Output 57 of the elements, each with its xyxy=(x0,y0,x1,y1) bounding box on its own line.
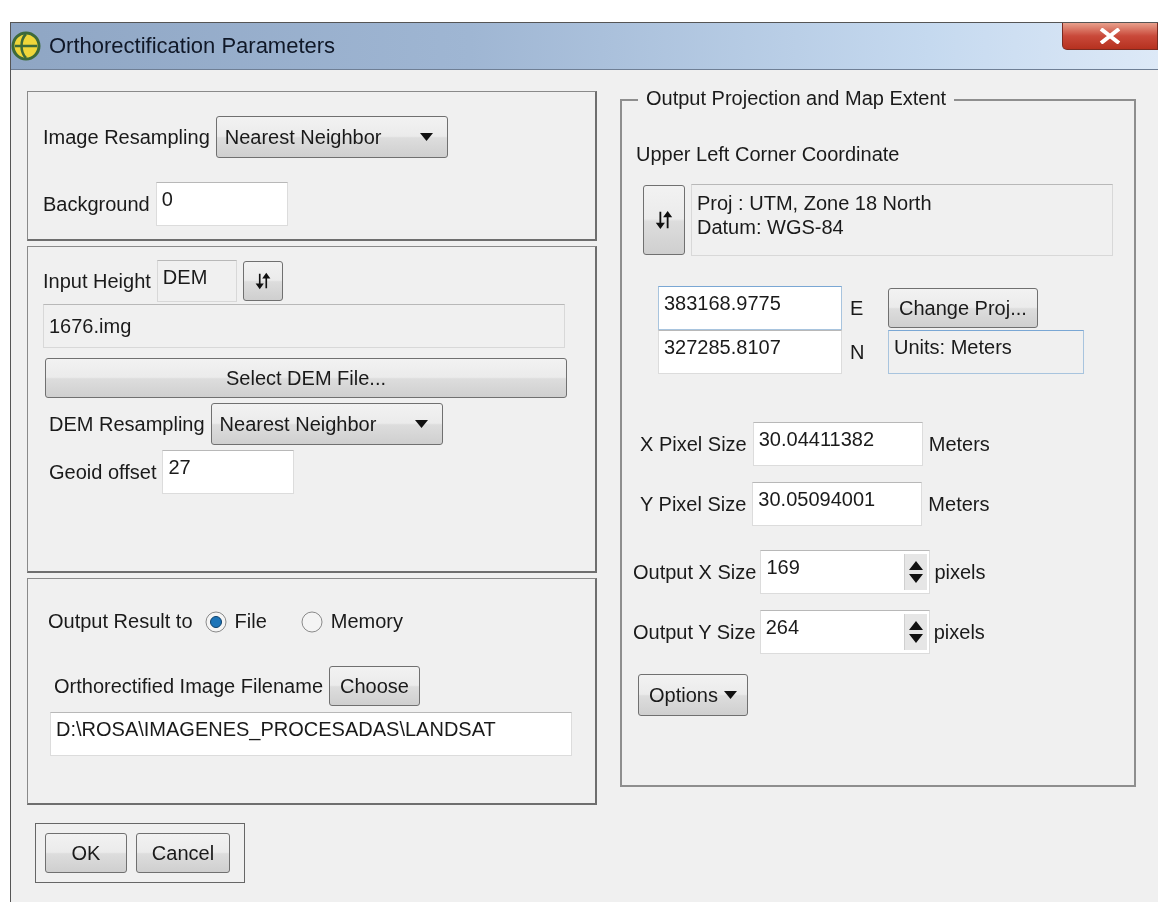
unit-label: Meters xyxy=(928,492,990,516)
caret-icon xyxy=(723,691,737,699)
projection-info: Proj : UTM, Zone 18 North Datum: WGS-84 xyxy=(691,184,1113,256)
change-proj-button[interactable]: Change Proj... xyxy=(888,288,1038,328)
swap-arrows-icon xyxy=(253,270,272,292)
caret-icon xyxy=(414,420,428,428)
input-field[interactable]: 169 xyxy=(760,550,931,594)
close-icon xyxy=(1099,28,1121,44)
field-label: Orthorectified Image Filename xyxy=(54,674,323,698)
input-field[interactable]: 30.04411382 xyxy=(752,422,923,466)
input-field[interactable]: 27 xyxy=(162,450,295,494)
field-label: Output Y Size xyxy=(633,620,756,644)
field-label: DEM Resampling xyxy=(49,412,205,436)
unit-label: Meters xyxy=(928,432,990,456)
window-title: Orthorectification Parameters xyxy=(49,33,336,59)
section-label: Upper Left Corner Coordinate xyxy=(636,143,900,165)
swap-button[interactable] xyxy=(643,185,685,255)
spinner-arrows-icon[interactable] xyxy=(907,619,924,645)
radio-button[interactable] xyxy=(204,610,227,633)
unit-label: E xyxy=(850,296,865,320)
field-label: Geoid offset xyxy=(49,460,157,484)
field-label: Image Resampling xyxy=(43,125,210,149)
field-label: Input Height xyxy=(43,269,151,293)
spinner-arrows-icon[interactable] xyxy=(908,559,925,585)
unit-label: pixels xyxy=(933,620,985,644)
input-field[interactable]: D:\ROSA\IMAGENES_PROCESADAS\LANDSAT xyxy=(50,712,572,756)
unit-label: pixels xyxy=(934,560,986,584)
options-button[interactable]: Options xyxy=(638,674,748,716)
input-field[interactable]: 383168.9775 xyxy=(658,286,842,330)
field-label: X Pixel Size xyxy=(640,432,747,456)
swap-button[interactable] xyxy=(242,261,283,301)
input-field[interactable]: 0 xyxy=(155,182,288,226)
field-label: Background xyxy=(43,192,150,216)
choose-button[interactable]: Choose xyxy=(329,666,420,706)
radio-button[interactable] xyxy=(300,610,323,633)
input-field: DEM xyxy=(156,260,237,302)
cancel-button[interactable]: Cancel xyxy=(136,833,230,873)
unit-label: N xyxy=(850,340,866,364)
field-label: Output X Size xyxy=(633,560,757,584)
radio-label: File xyxy=(234,610,267,633)
units-display: Units: Meters xyxy=(888,330,1084,374)
dropdown[interactable]: Nearest Neighbor xyxy=(210,403,443,445)
file-path-display: 1676.img xyxy=(43,304,565,348)
field-label: Output Result to xyxy=(48,610,193,633)
caret-icon xyxy=(419,133,433,141)
group-title: Output Projection and Map Extent xyxy=(638,87,955,110)
input-field[interactable]: 327285.8107 xyxy=(658,330,842,374)
dropdown[interactable]: Nearest Neighbor xyxy=(215,116,448,158)
input-field[interactable]: 30.05094001 xyxy=(752,482,923,526)
swap-arrows-icon xyxy=(654,209,674,231)
field-label: Y Pixel Size xyxy=(640,492,747,516)
close-button[interactable] xyxy=(1062,23,1158,50)
select-dem-button[interactable]: Select DEM File... xyxy=(45,358,567,398)
app-globe-icon xyxy=(11,31,41,61)
ok-button[interactable]: OK xyxy=(45,833,127,873)
radio-label: Memory xyxy=(330,610,403,633)
input-field[interactable]: 264 xyxy=(759,610,930,654)
